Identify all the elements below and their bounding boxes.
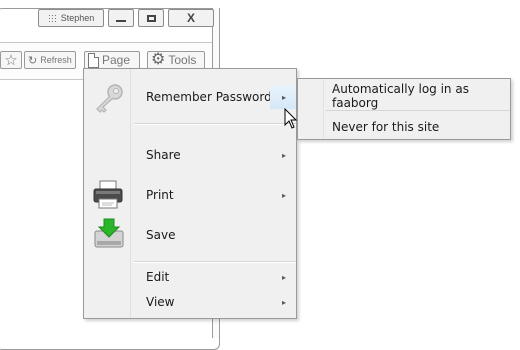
user-chip[interactable]: Stephen	[38, 9, 104, 27]
refresh-icon: ↻	[28, 54, 38, 67]
submenu-item-label: Never for this site	[332, 120, 440, 134]
remember-password-submenu: Automatically log in as faaborg Never fo…	[297, 78, 511, 140]
key-icon	[96, 84, 123, 113]
menu-item-share[interactable]: Share ▸	[84, 143, 296, 167]
tools-menu-button[interactable]: ⚙ Tools	[147, 51, 205, 69]
chevron-right-icon: ▸	[282, 272, 287, 282]
page-label: Page	[102, 53, 131, 67]
page-menu-button[interactable]: Page	[84, 51, 140, 69]
maximize-button[interactable]	[138, 9, 164, 27]
submenu-item-never[interactable]: Never for this site	[298, 115, 510, 139]
close-button[interactable]: X	[168, 9, 214, 27]
page-icon	[88, 52, 99, 68]
chevron-right-icon: ▸	[282, 92, 287, 102]
favorites-button[interactable]: ☆	[0, 51, 22, 69]
menu-item-label: Edit	[146, 270, 170, 284]
menu-item-label: Save	[146, 228, 176, 242]
menu-item-label: View	[146, 295, 175, 309]
menu-separator	[134, 123, 296, 125]
menu-separator	[134, 261, 296, 263]
titlebar-controls: Stephen X	[38, 9, 214, 27]
context-menu: Remember Password ▸ Share ▸ Print ▸ Save…	[83, 68, 297, 319]
chevron-right-icon: ▸	[282, 297, 287, 307]
mouse-cursor-icon	[284, 108, 298, 129]
star-icon: ☆	[4, 52, 18, 69]
chevron-right-icon: ▸	[282, 150, 287, 160]
chevron-right-icon: ▸	[282, 190, 287, 200]
minimize-icon	[116, 19, 126, 22]
refresh-label: Refresh	[40, 55, 72, 65]
gear-icon: ⚙	[151, 51, 166, 68]
submenu-item-auto-login[interactable]: Automatically log in as faaborg	[298, 82, 510, 110]
minimize-button[interactable]	[108, 9, 134, 27]
submenu-item-label: Automatically log in as faaborg	[332, 82, 469, 110]
user-grid-icon	[47, 13, 57, 23]
menu-item-save[interactable]: Save	[84, 218, 296, 248]
save-disk-icon	[94, 218, 124, 248]
submenu-arrow-hover[interactable]: ▸	[270, 85, 296, 109]
printer-icon	[93, 180, 123, 209]
menu-item-label: Share	[146, 148, 181, 162]
menu-item-edit[interactable]: Edit ▸	[84, 265, 296, 289]
menu-item-view[interactable]: View ▸	[84, 290, 296, 314]
close-icon: X	[186, 11, 195, 25]
menu-item-print[interactable]: Print ▸	[84, 180, 296, 209]
submenu-separator	[326, 110, 510, 111]
refresh-button[interactable]: ↻ Refresh	[24, 51, 76, 69]
maximize-icon	[146, 14, 156, 22]
user-name: Stephen	[60, 13, 95, 23]
menu-item-label: Print	[146, 188, 174, 202]
tools-label: Tools	[168, 53, 197, 67]
menu-item-label: Remember Password	[146, 90, 272, 104]
menu-item-remember-password[interactable]: Remember Password	[84, 84, 296, 113]
